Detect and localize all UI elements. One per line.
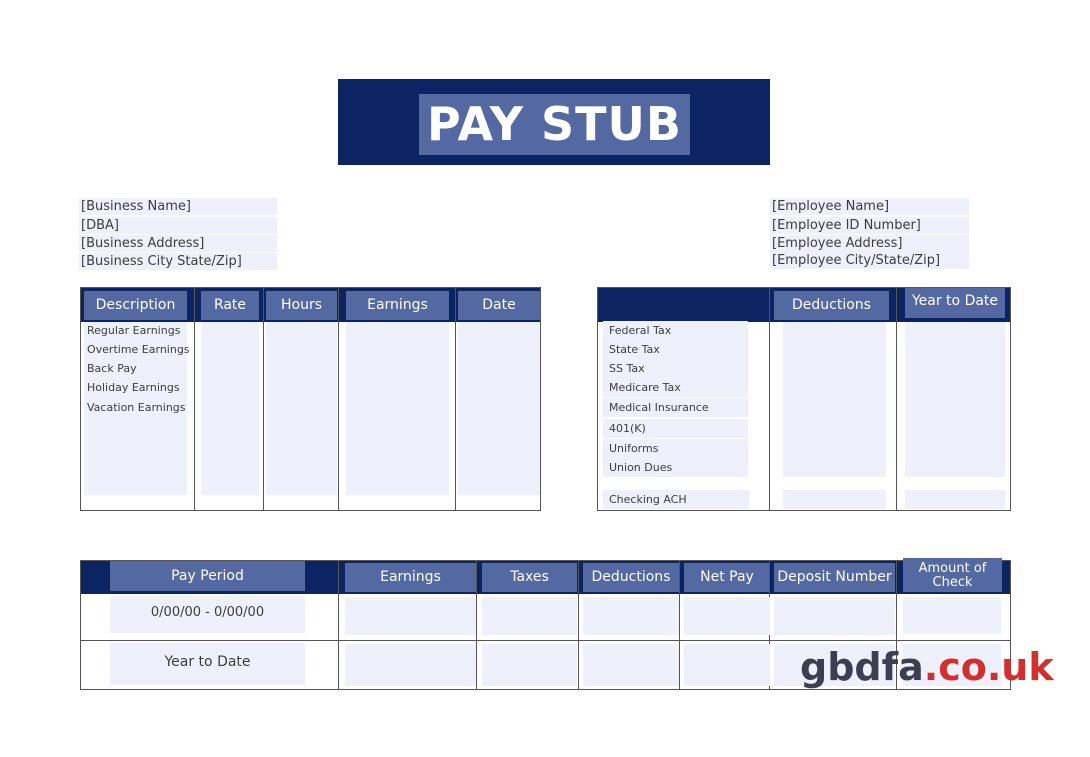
deductions-ach-fill	[783, 490, 886, 509]
page-title: PAY STUB	[419, 94, 690, 155]
header-net-pay: Net Pay	[684, 563, 770, 592]
deductions-column-fill	[783, 322, 886, 477]
deduction-row-label: 401(K)	[603, 419, 748, 438]
divider	[338, 561, 339, 689]
business-city-state-zip: [Business City State/Zip]	[79, 253, 277, 270]
summary-cell	[583, 644, 679, 686]
divider	[769, 288, 770, 510]
deduction-row-label: State Tax	[603, 340, 748, 359]
ytd-column-fill	[905, 322, 1005, 477]
divider	[194, 288, 195, 510]
business-dba: [DBA]	[79, 217, 277, 234]
header-deposit-number: Deposit Number	[774, 563, 895, 592]
divider	[338, 288, 339, 510]
summary-cell	[684, 597, 770, 635]
employee-id: [Employee ID Number]	[770, 217, 969, 234]
divider	[679, 561, 680, 689]
ytd-ach-fill	[905, 490, 1005, 509]
hours-column-fill	[266, 322, 337, 495]
summary-cell	[345, 644, 476, 686]
header-amount-of-check: Amount of Check	[903, 558, 1002, 592]
header-year-to-date: Year to Date	[905, 288, 1005, 318]
summary-cell	[903, 597, 1001, 634]
earnings-row-label: Overtime Earnings	[87, 343, 190, 356]
summary-cell	[482, 644, 577, 686]
divider	[263, 288, 264, 510]
earnings-row-label: Vacation Earnings	[87, 401, 186, 414]
deduction-row-label-checking-ach: Checking ACH	[603, 490, 749, 509]
divider	[476, 561, 477, 689]
divider	[455, 288, 456, 510]
header-date: Date	[458, 291, 540, 320]
date-column-fill	[458, 322, 540, 495]
watermark-part1: gbdfa	[800, 645, 924, 689]
row-divider	[81, 640, 1010, 641]
rate-column-fill	[201, 322, 259, 495]
watermark-part2: .co.uk	[923, 645, 1054, 689]
header-earnings: Earnings	[346, 291, 449, 320]
header-rate: Rate	[201, 291, 259, 320]
deduction-row-label: Medical Insurance	[603, 398, 748, 417]
summary-cell	[482, 597, 577, 635]
employee-city-state-zip: [Employee City/State/Zip]	[770, 252, 969, 269]
business-name: [Business Name]	[79, 198, 277, 215]
earnings-row-label: Regular Earnings	[87, 324, 181, 337]
summary-cell	[345, 597, 476, 635]
business-address: [Business Address]	[79, 235, 277, 252]
deduction-row-label: Uniforms	[603, 439, 748, 458]
header-summary-earnings: Earnings	[345, 563, 476, 592]
deduction-row-label: Medicare Tax	[603, 378, 748, 397]
employee-address: [Employee Address]	[770, 235, 969, 252]
deduction-row-label: Union Dues	[603, 458, 748, 477]
header-pay-period: Pay Period	[110, 561, 305, 591]
earnings-column-fill	[346, 322, 449, 495]
header-taxes: Taxes	[482, 563, 577, 592]
header-description: Description	[84, 291, 187, 320]
watermark-logo: gbdfa.co.uk	[800, 645, 1054, 689]
earnings-row-label: Holiday Earnings	[87, 381, 180, 394]
earnings-row-label: Back Pay	[87, 362, 137, 375]
summary-cell	[774, 597, 895, 635]
pay-period-value: 0/00/00 - 0/00/00	[150, 605, 265, 620]
header-summary-deductions: Deductions	[583, 563, 679, 592]
deduction-row-label: SS Tax	[603, 359, 748, 378]
summary-cell	[684, 644, 770, 686]
header-deductions: Deductions	[774, 291, 889, 320]
deduction-row-label: Federal Tax	[603, 321, 748, 340]
summary-cell	[583, 597, 679, 635]
divider	[578, 561, 579, 689]
employee-name: [Employee Name]	[770, 198, 969, 215]
year-to-date-label: Year to Date	[164, 654, 251, 670]
divider	[896, 288, 897, 510]
header-hours: Hours	[266, 291, 337, 320]
